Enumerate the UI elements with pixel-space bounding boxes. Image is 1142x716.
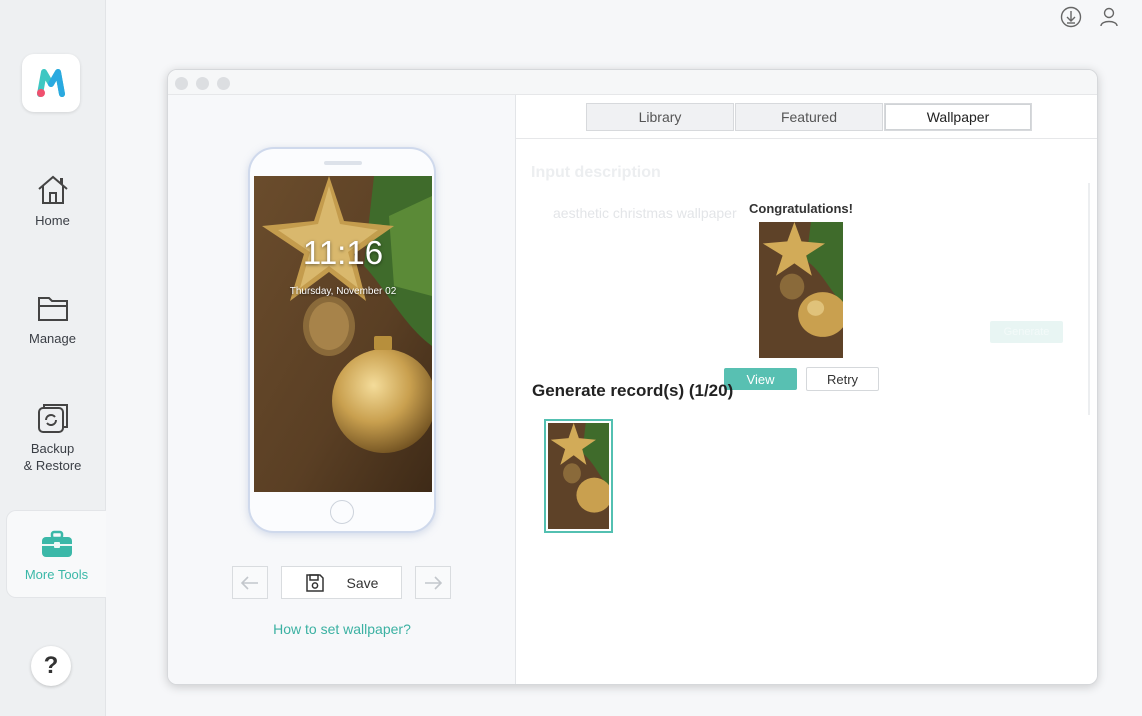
download-icon[interactable]: [1060, 6, 1082, 28]
sidebar-item-more-tools[interactable]: More Tools: [6, 510, 106, 598]
preview-controls: Save: [232, 566, 451, 599]
retry-button[interactable]: Retry: [806, 367, 879, 391]
phone-speaker: [324, 161, 362, 165]
generated-result-image: [759, 222, 843, 358]
app-logo: [22, 54, 80, 112]
record-thumbnail[interactable]: [544, 419, 613, 533]
sidebar-item-manage[interactable]: Manage: [0, 290, 105, 347]
lockscreen-date: Thursday, November 02: [289, 286, 397, 297]
toolbox-icon: [39, 526, 75, 562]
inner-minimize-button[interactable]: [196, 77, 209, 90]
tab-library[interactable]: Library: [586, 103, 734, 131]
generate-button[interactable]: Generate: [990, 321, 1063, 343]
backup-icon: [35, 400, 71, 436]
form-scrollbar[interactable]: [1088, 183, 1090, 415]
record-image: [548, 423, 609, 529]
sidebar-item-backup-restore[interactable]: Backup & Restore: [0, 400, 105, 474]
arrow-right-icon: [425, 575, 442, 590]
generate-form: Input description aesthetic christmas wa…: [516, 139, 1090, 415]
tab-featured[interactable]: Featured: [735, 103, 883, 131]
top-toolbar: [1060, 6, 1120, 28]
next-button[interactable]: [415, 566, 451, 599]
folder-icon: [35, 290, 71, 326]
wallpaper-preview: 11:16 Thursday, November 02: [254, 176, 432, 492]
sidebar-item-label: More Tools: [24, 566, 89, 582]
sidebar-item-label: Home: [35, 213, 70, 228]
prev-button[interactable]: [232, 566, 268, 599]
preview-pane: 11:16 Thursday, November 02 Save How to …: [168, 95, 516, 684]
sidebar-item-home[interactable]: Home: [0, 172, 105, 229]
input-description-heading: Input description: [531, 164, 661, 181]
sidebar-item-label: Backup & Restore: [23, 441, 82, 473]
app-logo-icon: [37, 69, 65, 97]
tab-bar: Library Featured Wallpaper: [586, 103, 1033, 131]
user-icon[interactable]: [1098, 6, 1120, 28]
christmas-wallpaper-image: [254, 176, 432, 492]
save-label: Save: [346, 574, 379, 591]
congratulations-title: Congratulations!: [749, 201, 853, 216]
view-button[interactable]: View: [724, 368, 797, 390]
help-button[interactable]: ?: [31, 646, 71, 686]
arrow-left-icon: [241, 575, 258, 590]
inner-zoom-button[interactable]: [217, 77, 230, 90]
generator-pane: Library Featured Wallpaper Input descrip…: [516, 95, 1097, 684]
help-icon: ?: [43, 652, 59, 679]
save-icon: [305, 573, 324, 592]
phone-home-button: [330, 500, 354, 524]
save-button[interactable]: Save: [281, 566, 402, 599]
tab-wallpaper[interactable]: Wallpaper: [884, 103, 1032, 131]
lockscreen-time: 11:16: [302, 234, 384, 271]
home-icon: [35, 172, 71, 208]
sidebar: Home Manage Backup & Restore More Tools …: [0, 0, 106, 716]
sidebar-item-label: Manage: [29, 331, 76, 346]
inner-close-button[interactable]: [175, 77, 188, 90]
how-to-set-wallpaper-link[interactable]: How to set wallpaper?: [168, 621, 516, 637]
phone-mockup: 11:16 Thursday, November 02: [248, 147, 436, 533]
window-titlebar: [168, 70, 1097, 95]
wallpaper-window: 11:16 Thursday, November 02 Save How to …: [167, 69, 1098, 685]
generate-records-heading: Generate record(s) (1/20): [532, 381, 734, 400]
